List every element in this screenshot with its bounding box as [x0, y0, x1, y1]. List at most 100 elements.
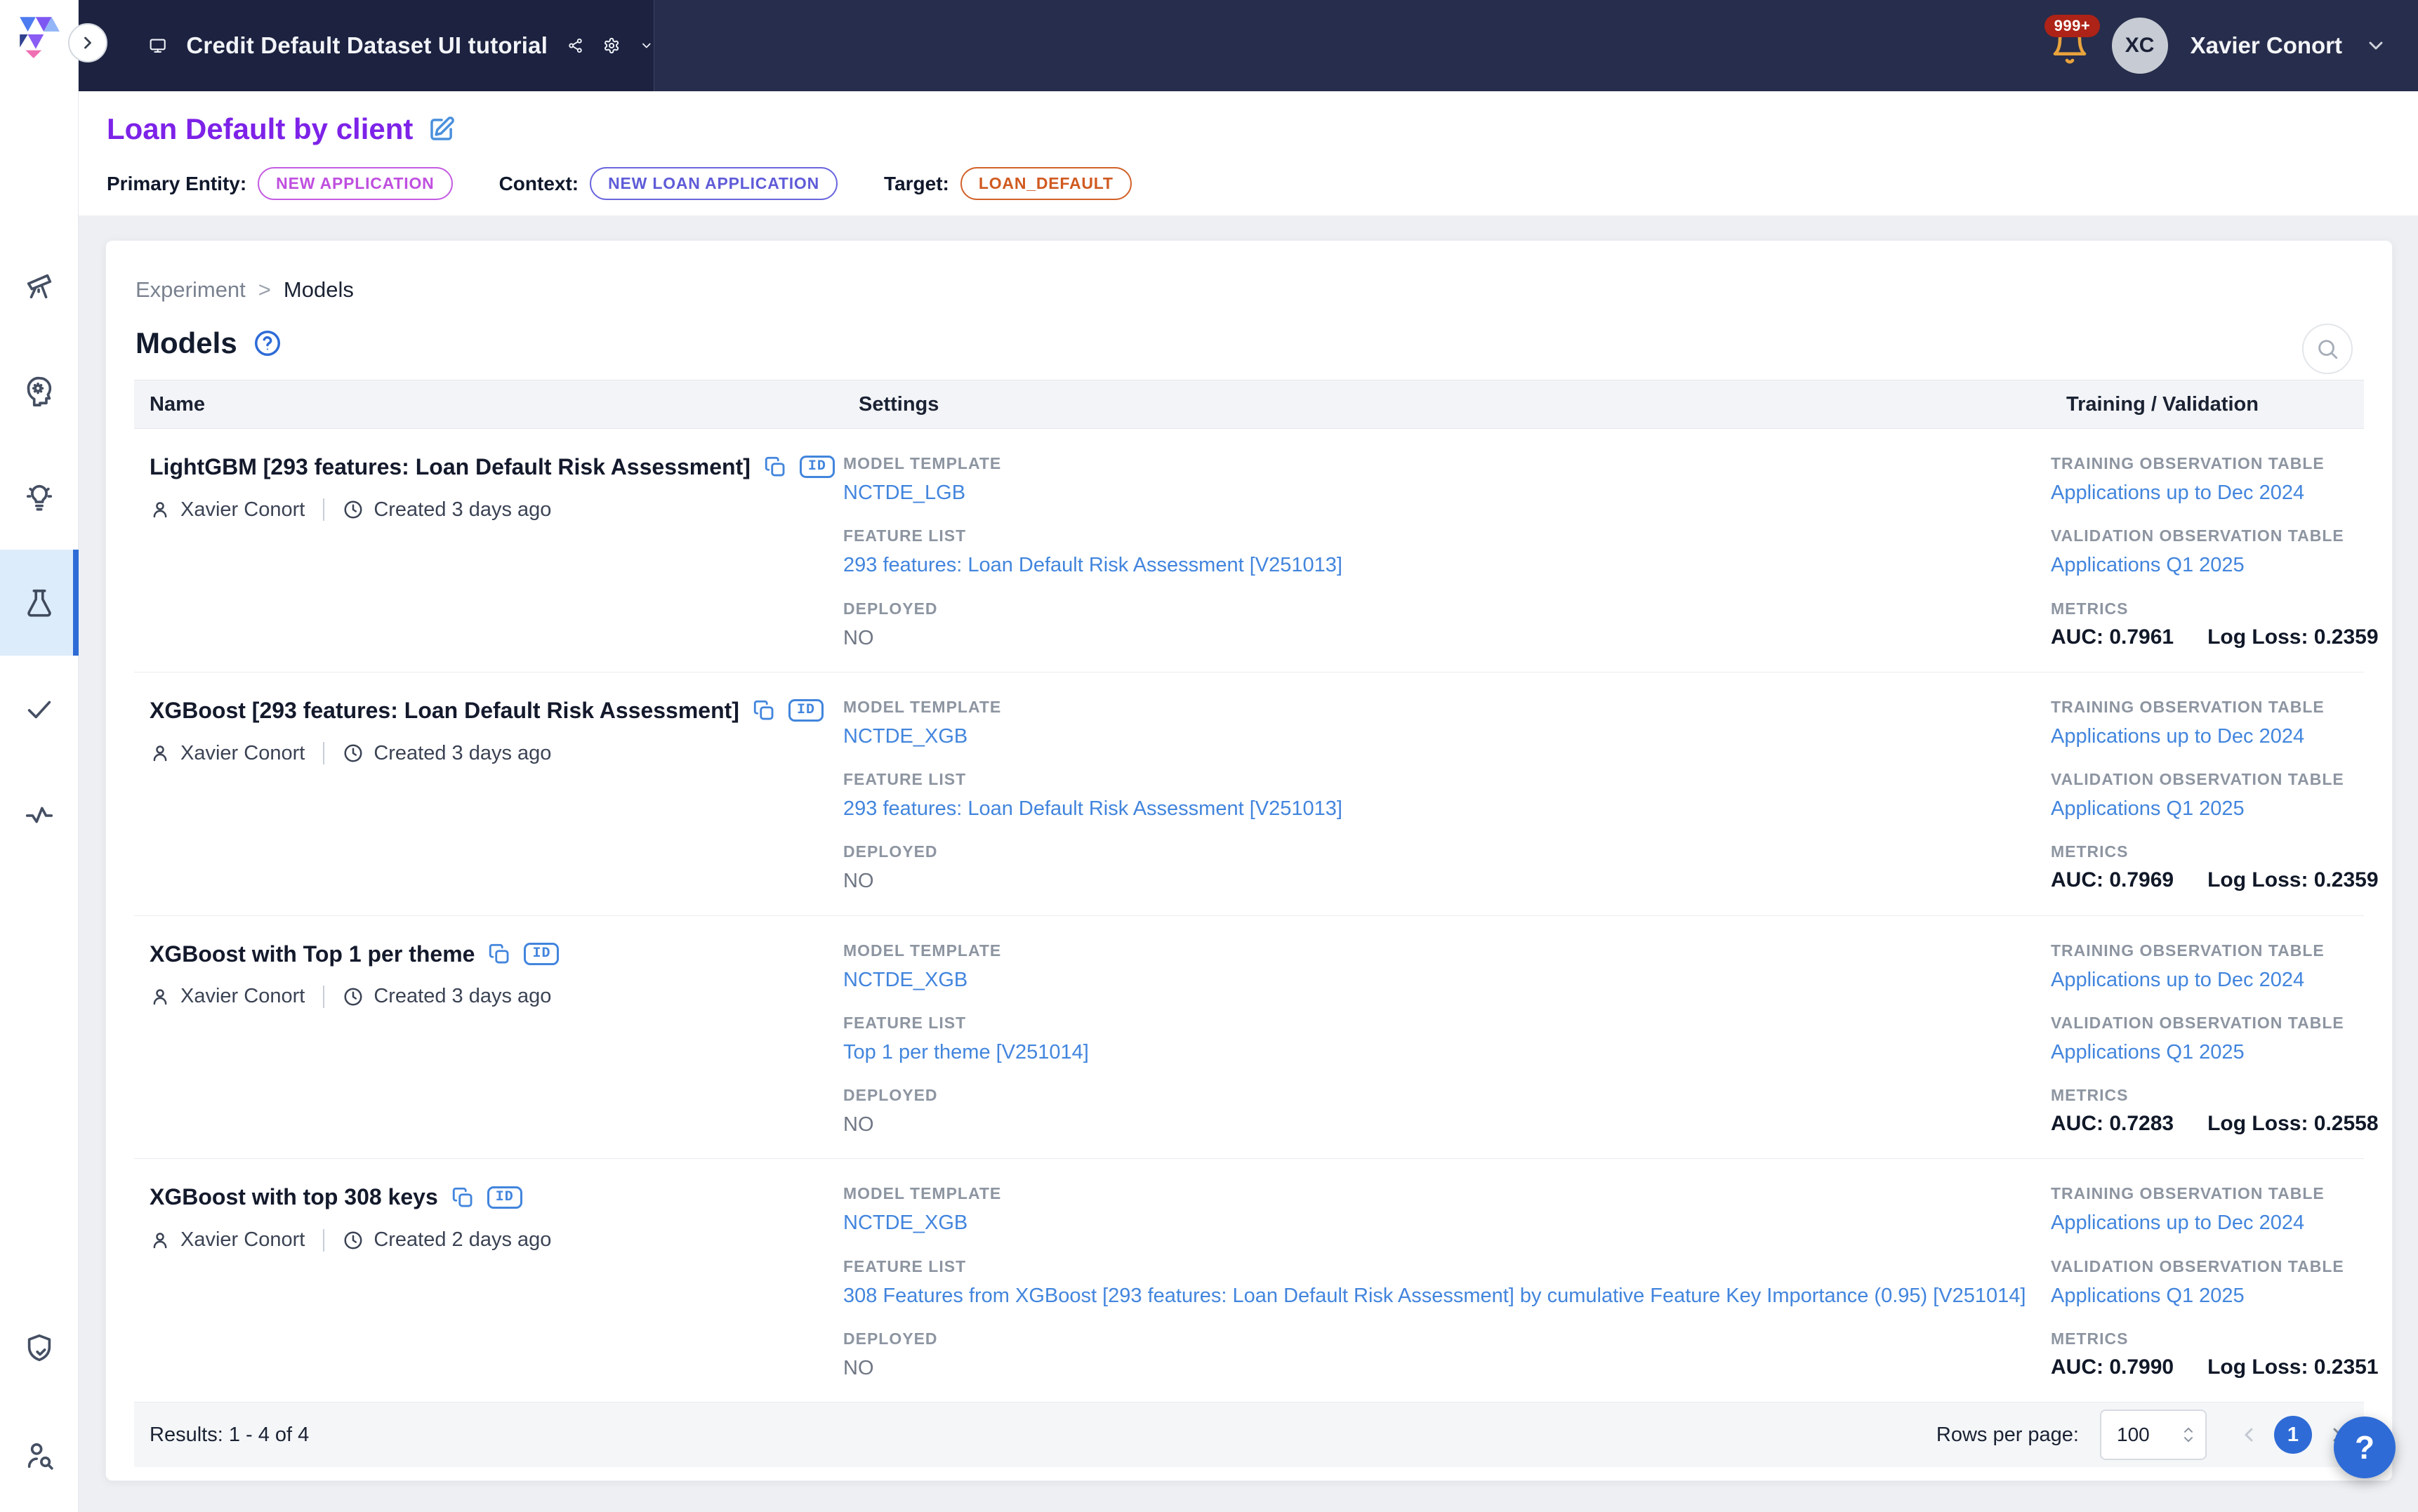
id-icon[interactable]: ID: [487, 1186, 522, 1209]
copy-icon[interactable]: [487, 942, 511, 966]
help-circle-icon[interactable]: [253, 329, 282, 358]
sidebar-item-approvals[interactable]: [0, 656, 79, 762]
auc-metric: AUC: 0.7283: [2051, 1112, 2174, 1136]
monitor-icon: [149, 30, 166, 61]
context-field: Context: NEW LOAN APPLICATION: [499, 167, 838, 200]
table-row: XGBoost with Top 1 per theme ID Xavier C…: [134, 916, 2364, 1160]
auc-metric: AUC: 0.7969: [2051, 868, 2174, 892]
sidebar-expand-button[interactable]: [68, 23, 107, 62]
model-created: Created 3 days ago: [374, 742, 551, 765]
feature-list-link[interactable]: 308 Features from XGBoost [293 features:…: [843, 1283, 2051, 1308]
training-table-link[interactable]: Applications up to Dec 2024: [2051, 480, 2379, 505]
sidebar-item-explore[interactable]: [0, 232, 79, 338]
select-carets-icon: [2181, 1425, 2195, 1445]
feature-list-link[interactable]: 293 features: Loan Default Risk Assessme…: [843, 552, 2051, 578]
topbar-right: 999+ XC Xavier Conort: [2050, 0, 2387, 91]
project-title: Credit Default Dataset UI tutorial: [186, 32, 548, 59]
model-template-link[interactable]: NCTDE_XGB: [843, 1210, 2051, 1235]
user-search-icon: [23, 1439, 55, 1471]
activity-pulse-icon: [23, 799, 55, 831]
clock-icon: [343, 743, 364, 764]
id-icon[interactable]: ID: [788, 699, 824, 722]
previous-page-icon[interactable]: [2238, 1424, 2260, 1446]
models-card: Experiment > Models Models Name Settings…: [105, 240, 2393, 1481]
edit-pencil-icon[interactable]: [427, 114, 456, 144]
model-template-link[interactable]: NCTDE_XGB: [843, 967, 2051, 993]
context-label: Context:: [499, 173, 579, 195]
rows-per-page-select[interactable]: 100: [2100, 1410, 2207, 1460]
target-label: Target:: [884, 173, 949, 195]
model-name[interactable]: XGBoost with top 308 keys: [150, 1184, 438, 1210]
deployed-label: DEPLOYED: [843, 842, 2051, 861]
breadcrumb-experiment[interactable]: Experiment: [136, 277, 246, 303]
lightbulb-icon: [23, 481, 55, 513]
flask-icon: [23, 587, 55, 619]
model-template-link[interactable]: NCTDE_XGB: [843, 724, 2051, 749]
validation-table-link[interactable]: Applications Q1 2025: [2051, 1040, 2379, 1065]
validation-table-link[interactable]: Applications Q1 2025: [2051, 552, 2379, 578]
primary-entity-field: Primary Entity: NEW APPLICATION: [107, 167, 453, 200]
training-table-link[interactable]: Applications up to Dec 2024: [2051, 724, 2379, 749]
log-loss-metric: Log Loss: 0.2351: [2207, 1355, 2378, 1379]
sidebar-item-user-directory[interactable]: [0, 1424, 79, 1487]
deployed-label: DEPLOYED: [843, 1086, 2051, 1105]
training-table-link[interactable]: Applications up to Dec 2024: [2051, 967, 2379, 993]
copy-icon[interactable]: [763, 455, 787, 479]
auc-metric: AUC: 0.7990: [2051, 1355, 2174, 1379]
sidebar-item-ideas[interactable]: [0, 444, 79, 550]
model-name[interactable]: LightGBM [293 features: Loan Default Ris…: [150, 454, 751, 480]
validation-table-link[interactable]: Applications Q1 2025: [2051, 1283, 2379, 1308]
page-head: Loan Default by client Primary Entity: N…: [79, 91, 2418, 215]
search-button[interactable]: [2302, 324, 2353, 374]
deployed-value: NO: [843, 1355, 2051, 1381]
model-created: Created 3 days ago: [374, 985, 551, 1008]
validation-table-label: VALIDATION OBSERVATION TABLE: [2051, 1257, 2379, 1276]
share-icon[interactable]: [567, 32, 583, 60]
model-author: Xavier Conort: [180, 742, 305, 765]
avatar[interactable]: XC: [2112, 18, 2168, 74]
training-table-label: TRAINING OBSERVATION TABLE: [2051, 941, 2379, 960]
model-template-link[interactable]: NCTDE_LGB: [843, 480, 2051, 505]
column-header-name: Name: [134, 393, 843, 416]
sidebar-item-ai-insights[interactable]: [0, 338, 79, 444]
model-name[interactable]: XGBoost [293 features: Loan Default Risk…: [150, 698, 739, 724]
primary-entity-badge[interactable]: NEW APPLICATION: [258, 167, 452, 200]
training-table-label: TRAINING OBSERVATION TABLE: [2051, 454, 2379, 473]
feature-list-link[interactable]: Top 1 per theme [V251014]: [843, 1040, 2051, 1065]
deployed-value: NO: [843, 868, 2051, 894]
training-table-link[interactable]: Applications up to Dec 2024: [2051, 1210, 2379, 1235]
model-author: Xavier Conort: [180, 985, 305, 1008]
topbar: Credit Default Dataset UI tutorial 999+ …: [79, 0, 2418, 91]
copy-icon[interactable]: [451, 1186, 475, 1209]
page-title: Loan Default by client: [107, 112, 413, 146]
id-icon[interactable]: ID: [800, 456, 835, 478]
log-loss-metric: Log Loss: 0.2558: [2207, 1112, 2378, 1136]
id-icon[interactable]: ID: [524, 943, 559, 965]
copy-icon[interactable]: [752, 698, 776, 722]
user-menu-chevron-icon[interactable]: [2365, 34, 2387, 57]
page-number-button[interactable]: 1: [2274, 1416, 2312, 1454]
person-icon: [150, 986, 171, 1007]
validation-table-link[interactable]: Applications Q1 2025: [2051, 796, 2379, 821]
table-row: XGBoost with top 308 keys ID Xavier Cono…: [134, 1159, 2364, 1402]
model-name[interactable]: XGBoost with Top 1 per theme: [150, 941, 475, 967]
project-chevron-down-icon[interactable]: [640, 34, 654, 58]
sidebar-item-activity[interactable]: [0, 762, 79, 868]
notification-badge: 999+: [2044, 15, 2101, 37]
feature-list-link[interactable]: 293 features: Loan Default Risk Assessme…: [843, 796, 2051, 821]
table-footer: Results: 1 - 4 of 4 Rows per page: 100 1: [134, 1402, 2364, 1467]
target-badge[interactable]: LOAN_DEFAULT: [960, 167, 1132, 200]
gear-icon[interactable]: [603, 31, 620, 60]
model-created: Created 2 days ago: [374, 1228, 551, 1252]
metrics-label: METRICS: [2051, 1329, 2379, 1348]
validation-table-label: VALIDATION OBSERVATION TABLE: [2051, 526, 2379, 545]
notifications-button[interactable]: 999+: [2050, 26, 2089, 65]
sidebar-item-governance[interactable]: [0, 1317, 79, 1380]
sidebar-item-experiment[interactable]: [0, 550, 79, 656]
context-badge[interactable]: NEW LOAN APPLICATION: [590, 167, 838, 200]
column-header-training: Training / Validation: [2051, 393, 2364, 416]
help-fab-button[interactable]: ?: [2334, 1417, 2396, 1478]
results-count: Results: 1 - 4 of 4: [150, 1424, 309, 1447]
training-table-label: TRAINING OBSERVATION TABLE: [2051, 698, 2379, 717]
model-author: Xavier Conort: [180, 498, 305, 522]
